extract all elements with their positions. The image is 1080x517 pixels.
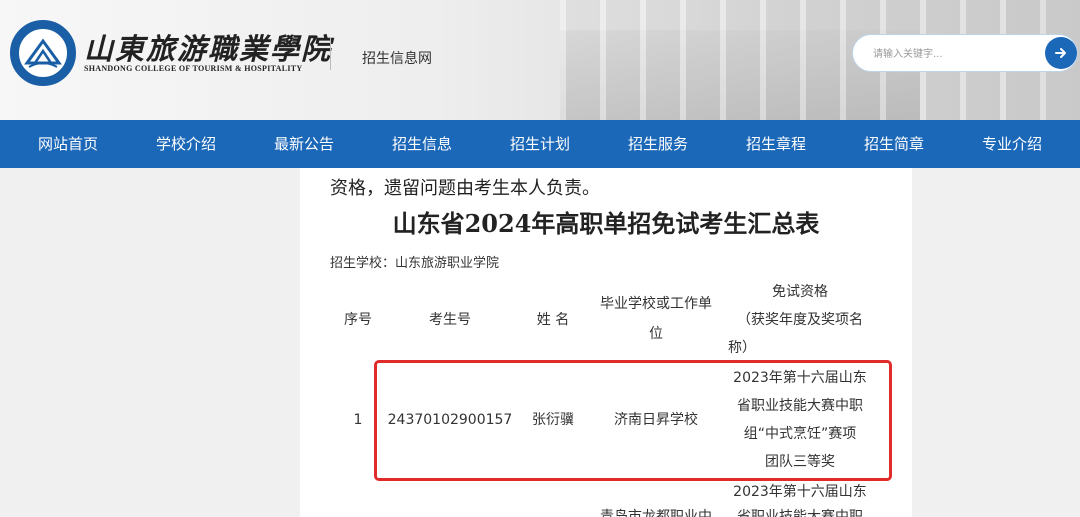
nav-item-admission-info[interactable]: 招生信息: [372, 120, 472, 168]
document-title: 山东省2024年高职单招免试考生汇总表: [392, 209, 820, 238]
nav-item-home[interactable]: 网站首页: [18, 120, 118, 168]
nav-item-announcements[interactable]: 最新公告: [254, 120, 354, 168]
cell-school: 青岛市龙都职业中: [600, 509, 712, 517]
highlight-box: [374, 360, 892, 481]
emblem-mountain-icon: [24, 38, 62, 68]
header-qual-line1: 免试资格: [772, 284, 828, 300]
nav-item-major-intro[interactable]: 专业介绍: [962, 120, 1062, 168]
header-qual-line2: （获奖年度及奖项名: [737, 312, 863, 328]
header-school-line1: 毕业学校或工作单: [600, 296, 712, 312]
arrow-right-icon: [1055, 48, 1066, 58]
nav-item-school-intro[interactable]: 学校介绍: [136, 120, 236, 168]
main-nav: 网站首页 学校介绍 最新公告 招生信息 招生计划 招生服务 招生章程 招生简章 …: [0, 120, 1080, 168]
logo-chinese-name[interactable]: 山東旅游職業學院: [84, 26, 332, 68]
emblem-inner: [17, 27, 69, 79]
logo-english-name: SHANDONG COLLEGE OF TOURISM & HOSPITALIT…: [84, 64, 303, 73]
header-qual-line3: 称）: [728, 340, 756, 356]
header-name: 姓 名: [536, 312, 570, 328]
article-text-line: 资格，遗留问题由考生本人负责。: [330, 178, 600, 199]
search-button[interactable]: [1045, 37, 1077, 69]
header-school-line2: 位: [649, 326, 663, 342]
nav-item-admission-service[interactable]: 招生服务: [608, 120, 708, 168]
search-input[interactable]: [873, 45, 1033, 63]
nav-item-admission-plan[interactable]: 招生计划: [490, 120, 590, 168]
header-exam-id: 考生号: [429, 312, 471, 328]
header-divider: [330, 38, 331, 70]
site-name: 招生信息网: [362, 51, 432, 67]
school-line: 招生学校：山东旅游职业学院: [330, 256, 500, 271]
cell-qual-line1: 2023年第十六届山东: [733, 484, 867, 500]
nav-item-admission-charter[interactable]: 招生章程: [726, 120, 826, 168]
college-emblem-icon[interactable]: [10, 20, 76, 86]
header-seq: 序号: [344, 312, 372, 328]
cell-qual-line2: 省职业技能大赛中职: [737, 509, 863, 517]
nav-item-admission-brochure[interactable]: 招生简章: [844, 120, 944, 168]
